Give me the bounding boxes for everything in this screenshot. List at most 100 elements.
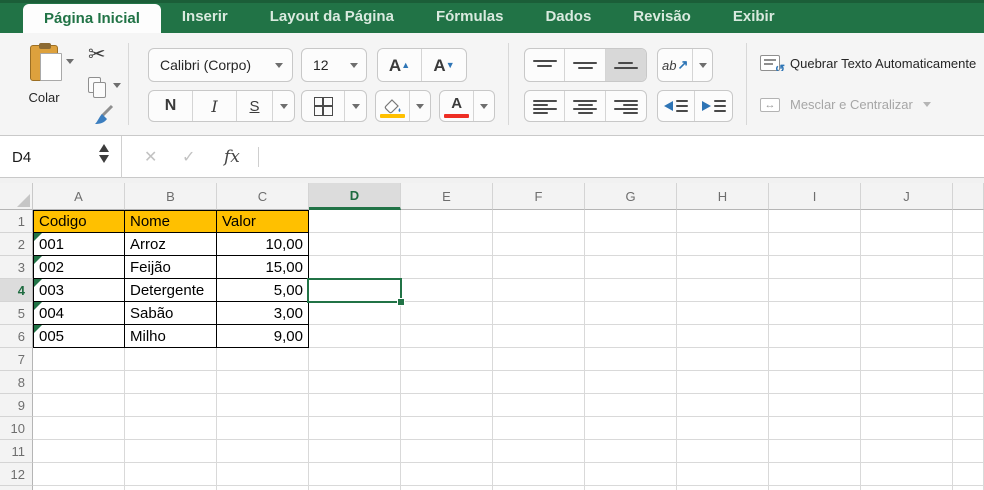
underline-dropdown[interactable]: [273, 91, 294, 121]
row-header-9[interactable]: 9: [0, 394, 33, 417]
cell-B13[interactable]: [125, 486, 217, 490]
cell-G6[interactable]: [585, 325, 677, 348]
cell-I10[interactable]: [769, 417, 861, 440]
cell-F3[interactable]: [493, 256, 585, 279]
row-header-10[interactable]: 10: [0, 417, 33, 440]
cell-D11[interactable]: [309, 440, 401, 463]
font-color-dropdown[interactable]: [474, 91, 494, 121]
cell-H11[interactable]: [677, 440, 769, 463]
cell-F13[interactable]: [493, 486, 585, 490]
cell-G13[interactable]: [585, 486, 677, 490]
cell-B12[interactable]: [125, 463, 217, 486]
row-header-8[interactable]: 8: [0, 371, 33, 394]
column-header-D[interactable]: D: [309, 183, 401, 210]
increase-indent-button[interactable]: [695, 91, 732, 121]
fill-color-button[interactable]: [376, 91, 411, 121]
cell-F10[interactable]: [493, 417, 585, 440]
cell-A10[interactable]: [33, 417, 125, 440]
cell-H5[interactable]: [677, 302, 769, 325]
decrease-font-button[interactable]: A ▼: [422, 49, 466, 81]
merge-center-button[interactable]: ↔ Mesclar e Centralizar: [760, 97, 984, 112]
cell-J9[interactable]: [861, 394, 953, 417]
table-cell-C5[interactable]: 3,00: [217, 302, 309, 325]
cell-D12[interactable]: [309, 463, 401, 486]
cell-A12[interactable]: [33, 463, 125, 486]
cell-I3[interactable]: [769, 256, 861, 279]
tab-revisao[interactable]: Revisão: [612, 0, 712, 33]
fill-handle[interactable]: [397, 298, 405, 306]
formula-input[interactable]: [266, 136, 980, 178]
column-header-B[interactable]: B: [125, 183, 217, 210]
cut-button[interactable]: ✂: [88, 42, 106, 67]
column-header-G[interactable]: G: [585, 183, 677, 210]
cell-D7[interactable]: [309, 348, 401, 371]
tab-pagina-inicial[interactable]: Página Inicial: [23, 4, 161, 33]
cell-B10[interactable]: [125, 417, 217, 440]
cell-G11[interactable]: [585, 440, 677, 463]
name-box[interactable]: D4: [0, 136, 122, 178]
cell-C11[interactable]: [217, 440, 309, 463]
cell-B8[interactable]: [125, 371, 217, 394]
cell-I8[interactable]: [769, 371, 861, 394]
cell-E7[interactable]: [401, 348, 493, 371]
cell-G1[interactable]: [585, 210, 677, 233]
cell-I1[interactable]: [769, 210, 861, 233]
name-box-spinner[interactable]: [99, 144, 109, 163]
table-cell-C4[interactable]: 5,00: [217, 279, 309, 302]
cell-I13[interactable]: [769, 486, 861, 490]
confirm-button[interactable]: ✓: [182, 136, 195, 178]
cell-G7[interactable]: [585, 348, 677, 371]
cell-D9[interactable]: [309, 394, 401, 417]
cell-k7[interactable]: [953, 348, 984, 371]
insert-function-button[interactable]: fx: [224, 136, 240, 178]
cell-E5[interactable]: [401, 302, 493, 325]
cell-D1[interactable]: [309, 210, 401, 233]
format-painter-button[interactable]: [90, 103, 116, 132]
cell-J1[interactable]: [861, 210, 953, 233]
cell-E4[interactable]: [401, 279, 493, 302]
cancel-button[interactable]: ✕: [144, 136, 157, 178]
cell-k6[interactable]: [953, 325, 984, 348]
cell-E1[interactable]: [401, 210, 493, 233]
cell-H4[interactable]: [677, 279, 769, 302]
cell-J12[interactable]: [861, 463, 953, 486]
tab-exibir[interactable]: Exibir: [712, 0, 796, 33]
cell-F12[interactable]: [493, 463, 585, 486]
cell-k8[interactable]: [953, 371, 984, 394]
cell-I6[interactable]: [769, 325, 861, 348]
cell-F11[interactable]: [493, 440, 585, 463]
cell-A13[interactable]: [33, 486, 125, 490]
cell-H12[interactable]: [677, 463, 769, 486]
cell-E2[interactable]: [401, 233, 493, 256]
table-cell-A6[interactable]: 005: [33, 325, 125, 348]
font-name-select[interactable]: Calibri (Corpo): [148, 48, 293, 82]
wrap-text-button[interactable]: ↺ Quebrar Texto Automaticamente: [760, 55, 984, 71]
cell-F4[interactable]: [493, 279, 585, 302]
cell-D6[interactable]: [309, 325, 401, 348]
cell-A11[interactable]: [33, 440, 125, 463]
row-header-2[interactable]: 2: [0, 233, 33, 256]
cell-A9[interactable]: [33, 394, 125, 417]
cell-E9[interactable]: [401, 394, 493, 417]
align-right-button[interactable]: [606, 91, 646, 121]
cell-F7[interactable]: [493, 348, 585, 371]
cell-H7[interactable]: [677, 348, 769, 371]
cell-C9[interactable]: [217, 394, 309, 417]
cell-F1[interactable]: [493, 210, 585, 233]
cell-G2[interactable]: [585, 233, 677, 256]
table-cell-C6[interactable]: 9,00: [217, 325, 309, 348]
cell-D3[interactable]: [309, 256, 401, 279]
table-cell-C3[interactable]: 15,00: [217, 256, 309, 279]
cell-F6[interactable]: [493, 325, 585, 348]
row-header-11[interactable]: 11: [0, 440, 33, 463]
row-header-7[interactable]: 7: [0, 348, 33, 371]
cell-G4[interactable]: [585, 279, 677, 302]
cell-k11[interactable]: [953, 440, 984, 463]
tab-formulas[interactable]: Fórmulas: [415, 0, 525, 33]
font-color-button[interactable]: A: [440, 91, 475, 121]
cell-I5[interactable]: [769, 302, 861, 325]
tab-dados[interactable]: Dados: [524, 0, 612, 33]
table-header-C1[interactable]: Valor: [217, 210, 309, 233]
cell-J8[interactable]: [861, 371, 953, 394]
borders-button[interactable]: [302, 91, 346, 121]
